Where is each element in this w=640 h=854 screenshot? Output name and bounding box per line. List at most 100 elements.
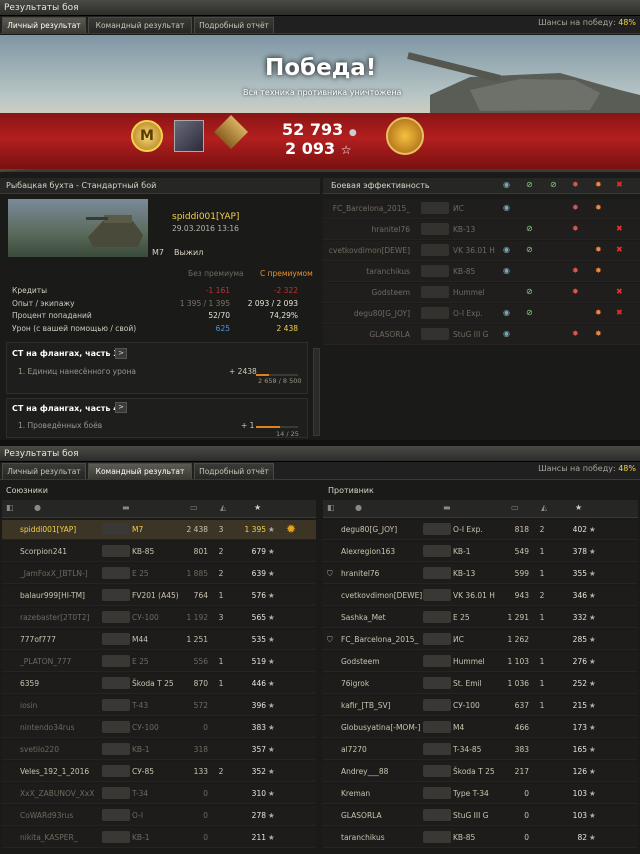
table-row[interactable]: XxX_ZABUNOV_XxX T-34 0 310 ★	[2, 784, 316, 804]
table-row[interactable]: iosin T-43 572 396 ★	[2, 696, 316, 716]
player-status: Выжил	[174, 248, 204, 257]
tab-detailed-report[interactable]: Подробный отчёт	[194, 17, 274, 33]
credits-icon: ●	[348, 128, 357, 138]
damage-value: 217	[514, 767, 529, 776]
table-row[interactable]: razebaster[2T0T2] СУ-100 1 192 3 565 ★	[2, 608, 316, 628]
battle-result-title: Победа!	[265, 55, 377, 81]
table-row[interactable]: 76igrok St. Emil 1 036 1 252 ★	[323, 674, 637, 694]
quest-open-button[interactable]: >	[115, 402, 127, 413]
xp-value: 565	[251, 613, 266, 622]
table-row[interactable]: ⛉ hranitel76 KB-13 599 1 355 ★	[323, 564, 637, 584]
table-row[interactable]: CoWARd93rus O-I 0 278 ★	[2, 806, 316, 826]
tab-detailed-report[interactable]: Подробный отчёт	[194, 463, 274, 479]
tab-team-result[interactable]: Командный результат	[88, 463, 192, 479]
tank-icon	[423, 765, 451, 777]
table-row[interactable]: Godsteem Hummel 1 103 1 276 ★	[323, 652, 637, 672]
table-row[interactable]: nikita_KASPER_ KB-1 0 211 ★	[2, 828, 316, 848]
allies-title: Союзники	[6, 486, 48, 495]
xp-value: 679	[251, 547, 266, 556]
efficiency-row[interactable]: taranchikus KB-85 ◉ ✸ ✸	[323, 262, 640, 282]
enemy-tank: O-I Exp.	[453, 309, 483, 318]
player-name: GLASORLA	[341, 811, 382, 820]
xp-value: 310	[251, 789, 266, 798]
quest-open-button[interactable]: >	[115, 348, 127, 359]
xp-value: 82	[577, 833, 587, 842]
table-row[interactable]: Scorpion241 KB-85 801 2 679 ★	[2, 542, 316, 562]
tank-name: Škoda T 25	[453, 767, 495, 776]
xp-star-icon: ★	[589, 745, 596, 754]
table-row[interactable]: kafir_[TB_SV] СУ-100 637 1 215 ★	[323, 696, 637, 716]
enemy-tank: KB-13	[453, 225, 476, 234]
table-row[interactable]: taranchikus KB-85 0 82 ★	[323, 828, 637, 848]
table-row[interactable]: Andrey___88 Škoda T 25 217 126 ★	[323, 762, 637, 782]
player-icon: ●	[34, 503, 41, 512]
table-row[interactable]: degu80[G_JOY] O-I Exp. 818 2 402 ★	[323, 520, 637, 540]
table-row[interactable]: _PLATON_777 E 25 556 1 519 ★	[2, 652, 316, 672]
player-name: FC_Barcelona_2015_	[341, 635, 419, 644]
xp-star-icon: ★	[589, 591, 596, 600]
quest-condition: 1. Проведённых боёв	[18, 421, 103, 430]
xp-star-icon: ★	[589, 657, 596, 666]
efficiency-row[interactable]: hranitel76 KB-13 ⊘ ✸ ✖	[323, 220, 640, 240]
table-row[interactable]: _JamFoxX_[BTLN-] E 25 1 885 2 639 ★	[2, 564, 316, 584]
table-row[interactable]: svetilo220 KB-1 318 357 ★	[2, 740, 316, 760]
tank-name: E 25	[132, 657, 149, 666]
tank-name: СУ-100	[132, 723, 159, 732]
tab-team-result[interactable]: Командный результат	[88, 17, 192, 33]
kills-value: 2	[218, 547, 224, 556]
tank-name: KB-13	[453, 569, 476, 578]
xp-value: 576	[251, 591, 266, 600]
table-row[interactable]: ⛉ FC_Barcelona_2015_ ИС 1 262 285 ★	[323, 630, 637, 650]
table-row[interactable]: Sashka_Met E 25 1 291 1 332 ★	[323, 608, 637, 628]
tank-name: СУ-100	[132, 613, 159, 622]
table-row[interactable]: spiddi001[YAP] M7 2 438 3 1 395 ★ ✹	[2, 520, 316, 540]
damage-value: 1 885	[186, 569, 208, 578]
tank-icon	[423, 699, 451, 711]
damage-value: 818	[514, 525, 529, 534]
table-row[interactable]: GLASORLA StuG III G 0 103 ★	[323, 806, 637, 826]
damage-icon: ✸	[595, 180, 602, 189]
table-row[interactable]: 777of777 M44 1 251 535 ★	[2, 630, 316, 650]
tab-personal-result[interactable]: Личный результат	[2, 463, 86, 479]
table-row[interactable]: balaur999[HI-TM] FV201 (A45) 764 1 576 ★	[2, 586, 316, 606]
achievement-medal-icon[interactable]	[174, 120, 204, 152]
battle-hero-medal-icon[interactable]: ✹	[286, 522, 296, 536]
damage-value: 0	[203, 723, 208, 732]
efficiency-row[interactable]: GLASORLA StuG III G ◉ ✸ ✸	[323, 325, 640, 345]
table-row[interactable]: Alexregion163 KB-1 549 1 378 ★	[323, 542, 637, 562]
efficiency-row[interactable]: degu80[G_JOY] O-I Exp. ◉ ⊘ ✸ ✖	[323, 304, 640, 324]
player-name: Andrey___88	[341, 767, 389, 776]
table-row[interactable]: al7270 T-34-85 383 165 ★	[323, 740, 637, 760]
mastery-badge-icon[interactable]: M	[131, 120, 163, 152]
table-row[interactable]: 6359 Škoda T 25 870 1 446 ★	[2, 674, 316, 694]
kills-value: 2	[218, 569, 224, 578]
damage-value: 549	[514, 547, 529, 556]
table-row[interactable]: nintendo34rus СУ-100 0 383 ★	[2, 718, 316, 738]
table-row[interactable]: Globusyatina[-MOM-] M4 466 173 ★	[323, 718, 637, 738]
enemy-tank-icon	[421, 202, 449, 214]
table-row[interactable]: cvetkovdimon[DEWE] VK 36.01 H 943 2 346 ★	[323, 586, 637, 606]
efficiency-row[interactable]: cvetkovdimon[DEWE] VK 36.01 H ◉ ⊘ ✸ ✖	[323, 241, 640, 261]
tank-icon	[102, 677, 130, 689]
spotting-icon: ◉	[503, 203, 510, 212]
player-name: nintendo34rus	[20, 723, 75, 732]
xp-star-icon: ★	[268, 679, 275, 688]
xp-column-icon[interactable]: ★	[254, 503, 261, 512]
table-row[interactable]: Kreman Type T-34 0 103 ★	[323, 784, 637, 804]
window-title: Результаты боя	[0, 0, 640, 16]
battle-hero-medal-icon[interactable]	[386, 117, 424, 155]
kills-value: 1	[539, 679, 545, 688]
xp-column-icon[interactable]: ★	[575, 503, 582, 512]
player-name: spiddi001[YAP]	[172, 212, 240, 222]
efficiency-row[interactable]: Godsteem Hummel ⊘ ✸ ✖	[323, 283, 640, 303]
player-name: iosin	[20, 701, 38, 710]
xp-value: 357	[251, 745, 266, 754]
quests-scrollbar[interactable]	[313, 348, 320, 436]
table-row[interactable]: Veles_192_1_2016 СУ-85 133 2 352 ★	[2, 762, 316, 782]
tab-personal-result[interactable]: Личный результат	[2, 17, 86, 33]
efficiency-row[interactable]: FC_Barcelona_2015_ ИС ◉ ✸ ✸	[323, 199, 640, 219]
player-name: _JamFoxX_[BTLN-]	[20, 569, 88, 578]
platoon-marker-icon: ⛉	[327, 569, 333, 578]
tank-icon	[102, 699, 130, 711]
damage-value: 1 192	[186, 613, 208, 622]
